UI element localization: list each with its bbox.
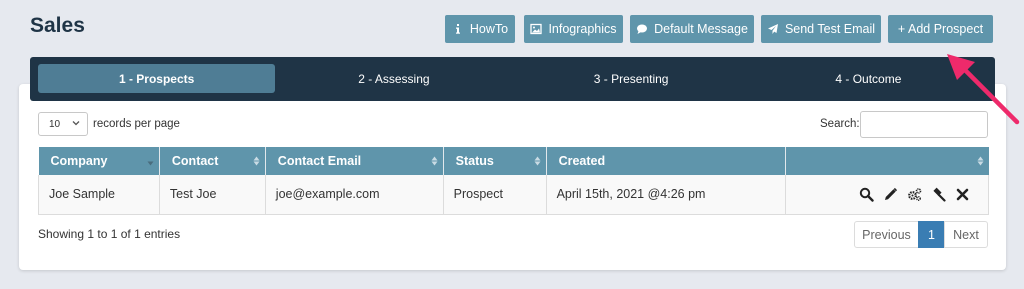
page-length-select[interactable]: 10 [38, 112, 88, 136]
tab-assessing[interactable]: 2 - Assessing [275, 64, 512, 93]
column-header-actions[interactable] [785, 147, 989, 175]
next-page-button[interactable]: Next [944, 221, 988, 248]
page-button-1[interactable]: 1 [918, 221, 945, 248]
sort-icon [253, 156, 260, 166]
cell-created: April 15th, 2021 @4:26 pm [546, 175, 787, 215]
cell-actions [785, 175, 989, 215]
send-test-email-button[interactable]: Send Test Email [761, 15, 881, 43]
send-test-email-label: Send Test Email [784, 22, 876, 36]
sort-icon [534, 156, 541, 166]
cell-email: joe@example.com [265, 175, 444, 215]
records-per-page-label: records per page [93, 118, 180, 130]
table-row: Joe Sample Test Joe joe@example.com Pros… [38, 175, 989, 215]
howto-button[interactable]: HowTo [445, 15, 515, 43]
chevron-down-icon [71, 118, 81, 128]
sort-icon [977, 156, 983, 166]
cell-contact: Test Joe [159, 175, 266, 215]
paper-plane-icon [767, 23, 779, 35]
annotation-arrow-icon [947, 54, 1020, 125]
column-header-status[interactable]: Status [443, 147, 547, 175]
cell-status: Prospect [443, 175, 547, 215]
howto-label: HowTo [469, 22, 509, 36]
infographics-button[interactable]: Infographics [524, 15, 623, 43]
prospects-table: Company Contact Contact Email Status Cre… [38, 147, 989, 215]
add-prospect-button[interactable]: + Add Prospect [888, 15, 993, 43]
column-header-contact-email[interactable]: Contact Email [265, 147, 444, 175]
info-icon [452, 23, 464, 35]
previous-page-button[interactable]: Previous [854, 221, 919, 248]
search-icon[interactable] [859, 187, 874, 202]
default-message-button[interactable]: Default Message [630, 15, 754, 43]
gears-icon[interactable] [907, 187, 922, 202]
column-header-created[interactable]: Created [546, 147, 787, 175]
comment-icon [636, 23, 648, 35]
sort-icon [431, 156, 438, 166]
image-icon [530, 23, 543, 35]
column-header-company[interactable]: Company [38, 147, 160, 175]
tab-prospects[interactable]: 1 - Prospects [38, 64, 276, 93]
cell-company: Joe Sample [38, 175, 160, 215]
add-prospect-label: + Add Prospect [897, 22, 984, 36]
gavel-icon[interactable] [931, 187, 946, 202]
toolbar: HowTo Infographics Default Message Send … [0, 15, 1024, 43]
pagination: Previous 1 Next [854, 221, 988, 248]
default-message-label: Default Message [654, 22, 748, 36]
table-info: Showing 1 to 1 of 1 entries [38, 227, 181, 241]
column-header-contact[interactable]: Contact [159, 147, 266, 175]
search-label: Search: [820, 118, 860, 130]
sort-desc-icon [147, 161, 154, 166]
tab-presenting[interactable]: 3 - Presenting [513, 64, 750, 93]
pencil-icon[interactable] [883, 187, 898, 202]
infographics-label: Infographics [548, 22, 617, 36]
page-length-value: 10 [49, 118, 61, 130]
stage-tabs: 1 - Prospects 2 - Assessing 3 - Presenti… [30, 57, 995, 101]
close-icon[interactable] [955, 187, 970, 202]
